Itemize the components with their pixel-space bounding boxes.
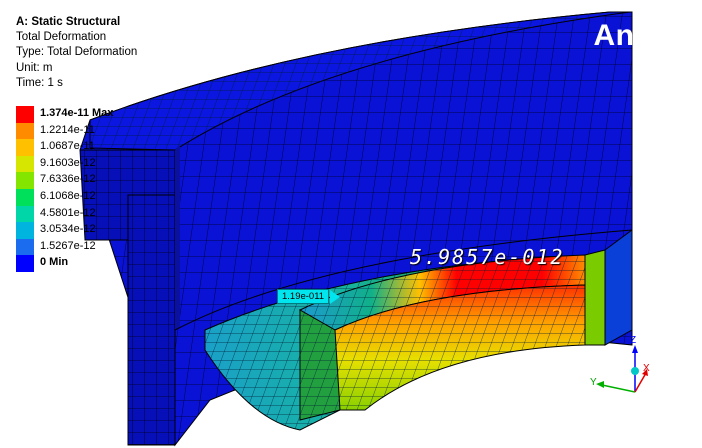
legend-label: 4.5801e-12 <box>40 206 96 219</box>
axis-z-label: Z <box>630 335 637 346</box>
legend-label: 1.0687e-11 <box>40 140 95 153</box>
probe-tag[interactable]: 1.19e-011 <box>277 289 330 304</box>
probe-label-large[interactable]: 5.9857e-012 <box>410 245 564 269</box>
legend-swatch <box>16 238 34 256</box>
axis-x-label: X <box>643 363 650 374</box>
legend-swatch <box>16 155 34 173</box>
graphics-viewport[interactable]: A: Static Structural Total Deformation T… <box>0 0 702 448</box>
brand-name: Ansys <box>593 19 686 52</box>
probe-pointer-icon <box>330 290 340 304</box>
axis-y-label: Y <box>590 377 597 388</box>
legend-label: 9.1603e-12 <box>40 156 96 169</box>
legend-label: 3.0534e-12 <box>40 223 96 236</box>
legend-swatch <box>16 172 34 189</box>
result-info: A: Static Structural Total Deformation T… <box>16 15 137 91</box>
legend-swatch <box>16 106 34 123</box>
legend-swatch <box>16 222 34 239</box>
legend-label: 1.2214e-11 <box>40 123 95 136</box>
brand-logo: Ansys 2021 R2 <box>593 19 686 73</box>
legend-label: 6.1068e-12 <box>40 189 96 202</box>
legend-swatch <box>16 205 34 223</box>
legend-label: 1.5267e-12 <box>40 239 96 252</box>
axis-triad[interactable]: Z Y X <box>580 335 650 395</box>
legend-label: 7.6336e-12 <box>40 173 96 186</box>
legend-swatch <box>16 255 34 272</box>
result-unit: Unit: m <box>16 61 53 74</box>
legend-label: 0 Min <box>40 256 69 269</box>
result-time: Time: 1 s <box>16 76 63 89</box>
legend-swatch <box>16 122 34 140</box>
brand-version: 2021 R2 <box>633 56 686 72</box>
legend-swatch <box>16 139 34 156</box>
legend-label: 1.374e-11 Max <box>40 107 114 119</box>
result-name: Total Deformation <box>16 31 107 44</box>
legend-swatch <box>16 188 34 206</box>
analysis-title: A: Static Structural <box>16 16 121 28</box>
result-type: Type: Total Deformation <box>16 46 138 59</box>
